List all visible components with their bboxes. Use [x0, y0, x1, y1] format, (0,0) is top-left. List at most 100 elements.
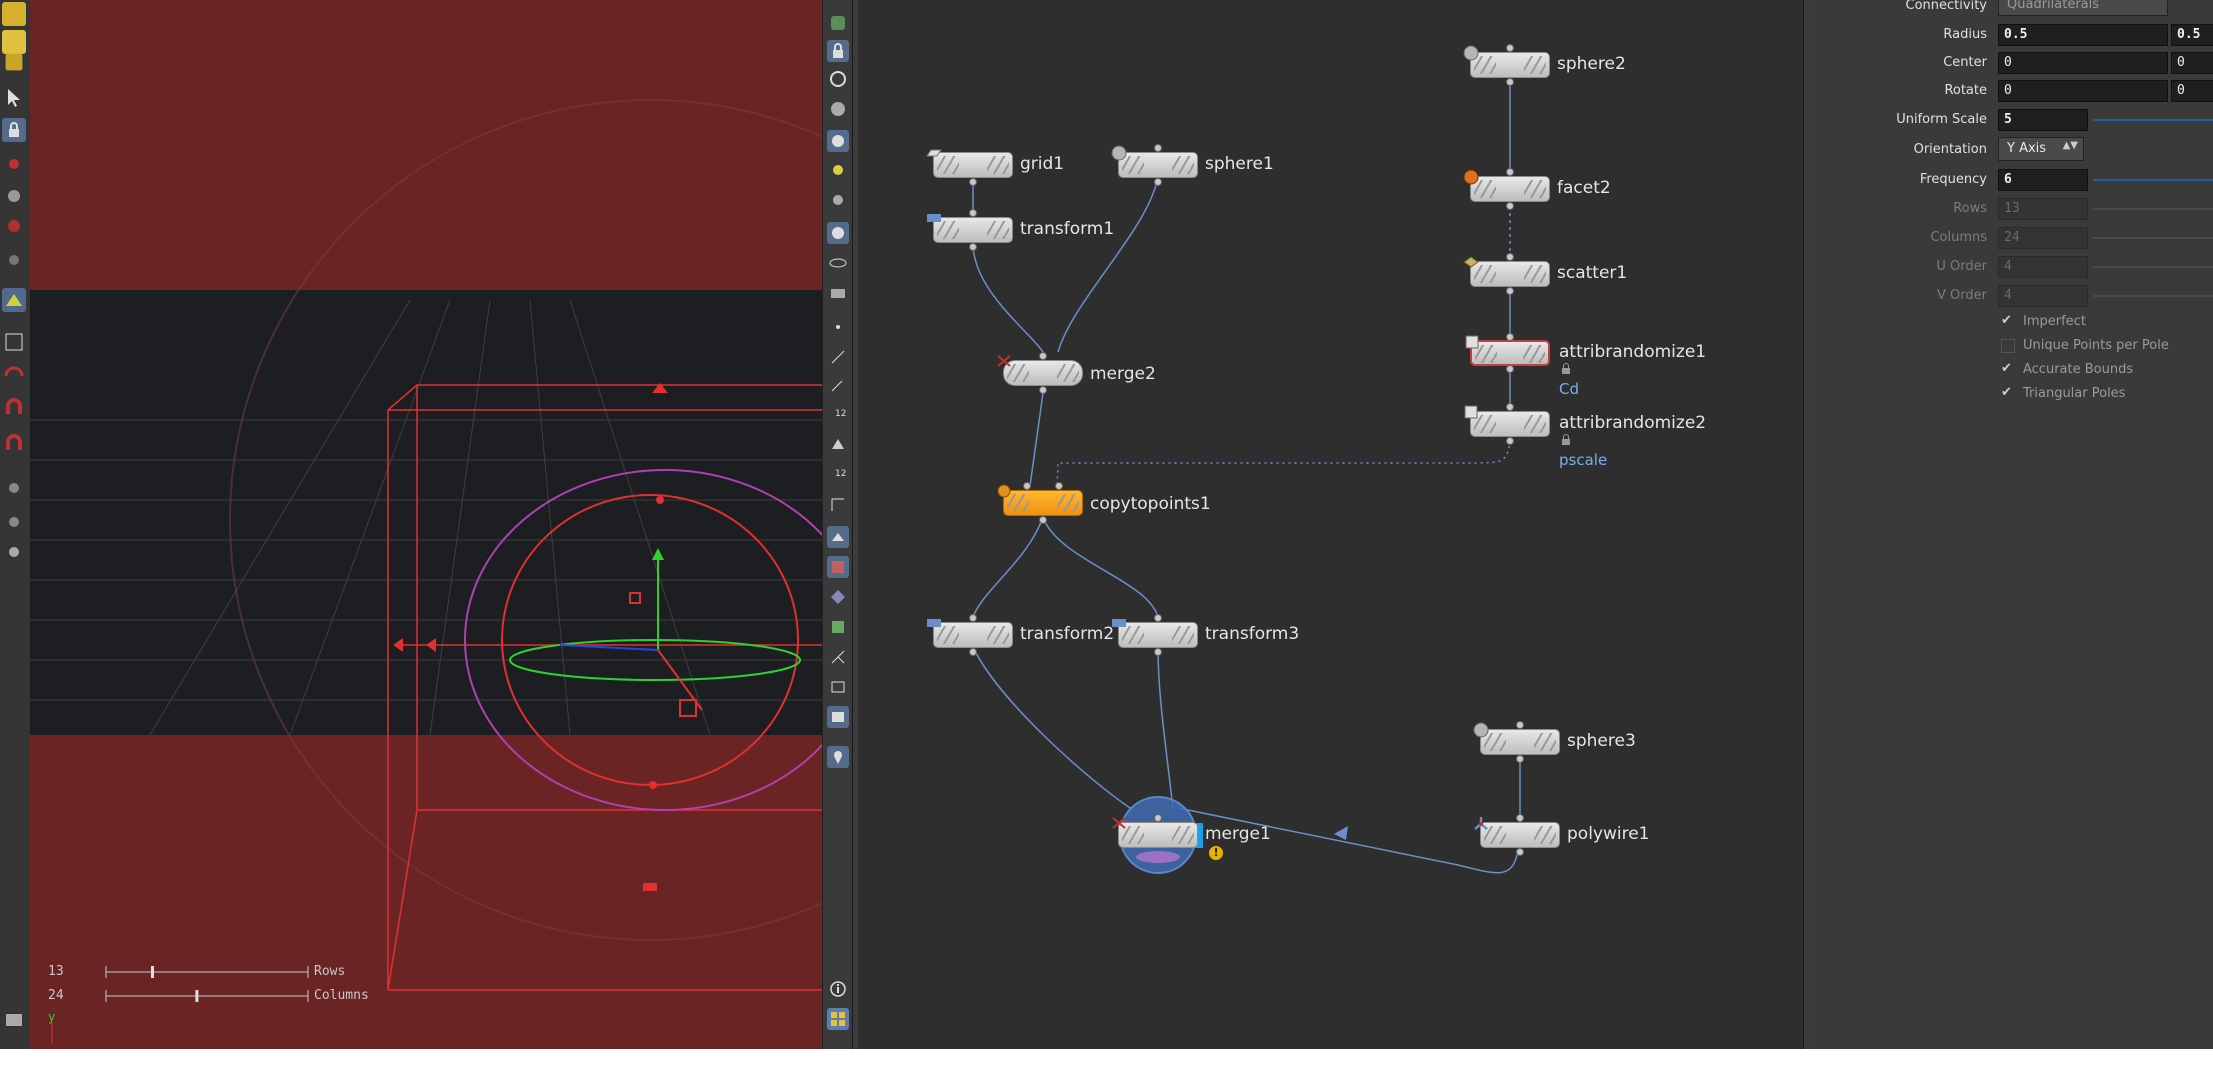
- uniform-scale-slider[interactable]: [2093, 119, 2213, 121]
- radius-x-field[interactable]: 0.5: [1998, 24, 2168, 46]
- rows-slider[interactable]: [2093, 208, 2213, 210]
- radius-y-field[interactable]: 0.5: [2171, 24, 2213, 46]
- magnet-icon[interactable]: [2, 396, 26, 420]
- attrib-pscale-label[interactable]: pscale: [1559, 451, 1607, 469]
- imperfect-checkbox[interactable]: ✔: [2001, 314, 2013, 327]
- snap-icon[interactable]: [2, 214, 26, 238]
- node-copytopoints1[interactable]: [997, 482, 1083, 524]
- attrib-icon: [1465, 335, 1479, 349]
- node-polywire1[interactable]: [1474, 814, 1560, 856]
- rotate-y-field[interactable]: 0: [2171, 80, 2213, 102]
- lock-select-icon[interactable]: [2, 118, 26, 142]
- camera-icon[interactable]: [2, 476, 26, 500]
- vertex-display-icon[interactable]: [827, 374, 849, 396]
- u-order-field[interactable]: 4: [1998, 256, 2088, 278]
- node-label-sphere2: sphere2: [1557, 54, 1626, 74]
- prim-display-icon[interactable]: [827, 432, 849, 454]
- node-label-scatter1: scatter1: [1557, 263, 1628, 283]
- orientation-select[interactable]: Y Axis ▲▼: [1998, 137, 2084, 161]
- select-mode-icon[interactable]: [2, 2, 26, 26]
- node-sphere1[interactable]: [1111, 144, 1198, 186]
- accurate-bounds-label: Accurate Bounds: [2023, 362, 2134, 377]
- scene-viewport[interactable]: 13 Rows 24 Columns y: [30, 0, 822, 1049]
- lighting-icon[interactable]: [827, 130, 849, 152]
- object-mode-icon[interactable]: [5, 53, 23, 71]
- node-transform2[interactable]: [927, 614, 1013, 656]
- select-arrow-icon[interactable]: [2, 86, 26, 110]
- accurate-bounds-checkbox[interactable]: ✔: [2001, 362, 2013, 375]
- unique-points-checkbox[interactable]: [2001, 339, 2015, 353]
- node-merge1[interactable]: [1112, 814, 1198, 848]
- pivot-icon[interactable]: [827, 646, 849, 668]
- ghost-icon[interactable]: [827, 98, 849, 120]
- frequency-slider[interactable]: [2093, 179, 2213, 181]
- close-view-icon[interactable]: [827, 68, 849, 90]
- grid-snap-icon[interactable]: [2, 330, 26, 354]
- node-attribrandomize2[interactable]: [1464, 403, 1550, 445]
- connectivity-label: Connectivity: [1905, 0, 1987, 13]
- rotate-x-field[interactable]: 0: [1998, 80, 2168, 102]
- columns-slider[interactable]: [2093, 237, 2213, 239]
- transform-tool-icon[interactable]: [2, 288, 26, 312]
- triangular-poles-checkbox[interactable]: ✔: [2001, 386, 2013, 399]
- node-merge2[interactable]: [997, 352, 1083, 394]
- node-transform1[interactable]: [927, 209, 1013, 251]
- uniform-scale-field[interactable]: 5: [1998, 109, 2088, 131]
- handle-icon[interactable]: [2, 152, 26, 176]
- node-sphere3[interactable]: [1473, 721, 1560, 763]
- location-pin-icon[interactable]: [827, 746, 849, 768]
- render-icon[interactable]: [2, 540, 26, 564]
- center-y-field[interactable]: 0: [2171, 52, 2213, 74]
- node-facet2[interactable]: [1463, 168, 1550, 210]
- shading-icon[interactable]: [827, 222, 849, 244]
- frequency-field[interactable]: 6: [1998, 169, 2088, 191]
- camera-view-icon[interactable]: [827, 282, 849, 304]
- view-tool-icon[interactable]: [2, 248, 26, 272]
- quad-view-icon[interactable]: [827, 1008, 849, 1030]
- u-order-slider[interactable]: [2093, 266, 2213, 268]
- node-scatter1[interactable]: [1463, 253, 1550, 295]
- normal-display-icon[interactable]: [827, 346, 849, 368]
- pose-icon[interactable]: [2, 184, 26, 208]
- connectivity-select[interactable]: Quadrilaterals: [1998, 0, 2168, 16]
- point-numbers-icon[interactable]: 12: [827, 402, 849, 424]
- orientation-label: Orientation: [1913, 142, 1987, 157]
- node-sphere2[interactable]: [1463, 44, 1550, 86]
- chevron-updown-icon: ▲▼: [2062, 140, 2078, 151]
- v-order-slider[interactable]: [2093, 295, 2213, 297]
- rows-field[interactable]: 13: [1998, 198, 2088, 220]
- v-order-field[interactable]: 4: [1998, 285, 2088, 307]
- visibility-icon[interactable]: [827, 252, 849, 274]
- light-bulb-icon[interactable]: [827, 190, 849, 212]
- edge-display-icon[interactable]: [827, 494, 849, 516]
- map-display-icon[interactable]: [827, 616, 849, 638]
- uv-display-icon[interactable]: [827, 586, 849, 608]
- display-options-icon[interactable]: [827, 12, 849, 34]
- network-editor[interactable]: grid1 sphere1 transform1 merge2 copytopo…: [858, 0, 1803, 1049]
- attrib-cd-label[interactable]: Cd: [1559, 380, 1579, 398]
- center-x-field[interactable]: 0: [1998, 52, 2168, 74]
- lock-icon: [1562, 434, 1570, 445]
- primitive-mode-icon[interactable]: [2, 30, 26, 54]
- point-display-icon[interactable]: [827, 316, 849, 338]
- merge-icon: [997, 355, 1011, 367]
- display-icon[interactable]: [2, 1008, 26, 1032]
- imperfect-label: Imperfect: [2023, 314, 2086, 329]
- background-image-icon[interactable]: [827, 706, 849, 728]
- hull-display-icon[interactable]: [827, 526, 849, 548]
- headlight-icon[interactable]: [827, 160, 849, 182]
- svg-text:12: 12: [835, 409, 846, 419]
- rows-handle-label: Rows: [314, 964, 346, 979]
- snapshot-icon[interactable]: [827, 676, 849, 698]
- light-icon[interactable]: [2, 510, 26, 534]
- prim-numbers-icon[interactable]: 12: [827, 462, 849, 484]
- magnet2-icon[interactable]: [2, 432, 26, 456]
- lock-camera-icon[interactable]: [827, 40, 849, 62]
- texture-display-icon[interactable]: [827, 556, 849, 578]
- curve-snap-icon[interactable]: [2, 362, 26, 386]
- node-attribrandomize1[interactable]: [1465, 333, 1550, 373]
- columns-field[interactable]: 24: [1998, 227, 2088, 249]
- node-grid1[interactable]: [926, 149, 1013, 186]
- node-transform3[interactable]: [1112, 614, 1198, 656]
- info-icon[interactable]: [827, 978, 849, 1000]
